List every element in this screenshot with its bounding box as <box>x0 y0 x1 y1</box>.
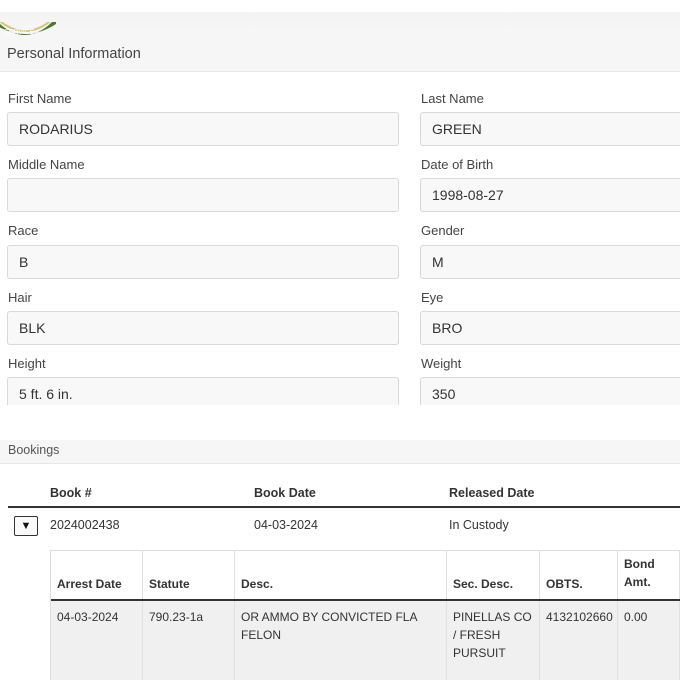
sec-desc-cell: PINELLAS CO / FRESH PURSUIT <box>447 601 540 680</box>
col-desc: Desc. <box>235 551 447 599</box>
weight-label: Weight <box>421 356 462 371</box>
hair-field[interactable]: BLK <box>7 311 399 345</box>
col-obts: OBTS. <box>540 551 618 599</box>
charges-table-header: Arrest Date Statute Desc. Sec. Desc. OBT… <box>51 551 680 601</box>
last-name-field[interactable]: GREEN <box>420 112 680 146</box>
gender-field[interactable]: M <box>420 245 680 279</box>
section-gap <box>0 405 680 441</box>
logo-text: SERVICE <box>4 29 35 36</box>
top-strip <box>0 0 680 36</box>
gender-label: Gender <box>421 223 465 238</box>
book-num-cell: 2024002438 <box>50 518 120 532</box>
col-sec-desc: Sec. Desc. <box>447 551 540 599</box>
collapse-toggle-icon[interactable]: ▼ <box>14 516 38 536</box>
first-name-field[interactable]: RODARIUS <box>7 112 399 146</box>
col-book-num: Book # <box>50 486 92 500</box>
race-label: Race <box>8 223 39 238</box>
col-released-date: Released Date <box>449 486 535 500</box>
obts-cell: 4132102660 <box>540 601 618 680</box>
eye-label: Eye <box>421 290 444 305</box>
arrest-date-cell: 04-03-2024 <box>51 601 143 680</box>
eye-field[interactable]: BRO <box>420 311 680 345</box>
col-book-date: Book Date <box>254 486 316 500</box>
personal-info-header: Personal Information <box>0 36 680 72</box>
dob-field[interactable]: 1998-08-27 <box>420 178 680 212</box>
race-field[interactable]: B <box>7 245 399 279</box>
book-date-cell: 04-03-2024 <box>254 518 318 532</box>
bookings-table-header: Book # Book Date Released Date <box>8 480 680 508</box>
middle-name-field[interactable] <box>7 178 399 212</box>
hair-label: Hair <box>8 290 32 305</box>
middle-name-label: Middle Name <box>8 157 85 172</box>
table-row: 04-03-2024 790.23-1a OR AMMO BY CONVICTE… <box>51 601 680 680</box>
height-label: Height <box>8 356 46 371</box>
desc-cell: OR AMMO BY CONVICTED FLA FELON <box>235 601 447 680</box>
col-bond-amt: Bond Amt. <box>618 551 680 599</box>
bookings-header: Bookings <box>0 440 680 464</box>
bond-amt-cell: 0.00 <box>618 601 680 680</box>
statute-cell: 790.23-1a <box>143 601 235 680</box>
first-name-label: First Name <box>8 91 72 106</box>
last-name-label: Last Name <box>421 91 484 106</box>
col-arrest-date: Arrest Date <box>51 551 143 599</box>
charges-table: Arrest Date Statute Desc. Sec. Desc. OBT… <box>50 550 680 680</box>
top-band <box>0 12 680 36</box>
col-statute: Statute <box>143 551 235 599</box>
dob-label: Date of Birth <box>421 157 494 172</box>
released-date-cell: In Custody <box>449 518 509 532</box>
table-row: ▼ 2024002438 04-03-2024 In Custody <box>8 508 680 542</box>
